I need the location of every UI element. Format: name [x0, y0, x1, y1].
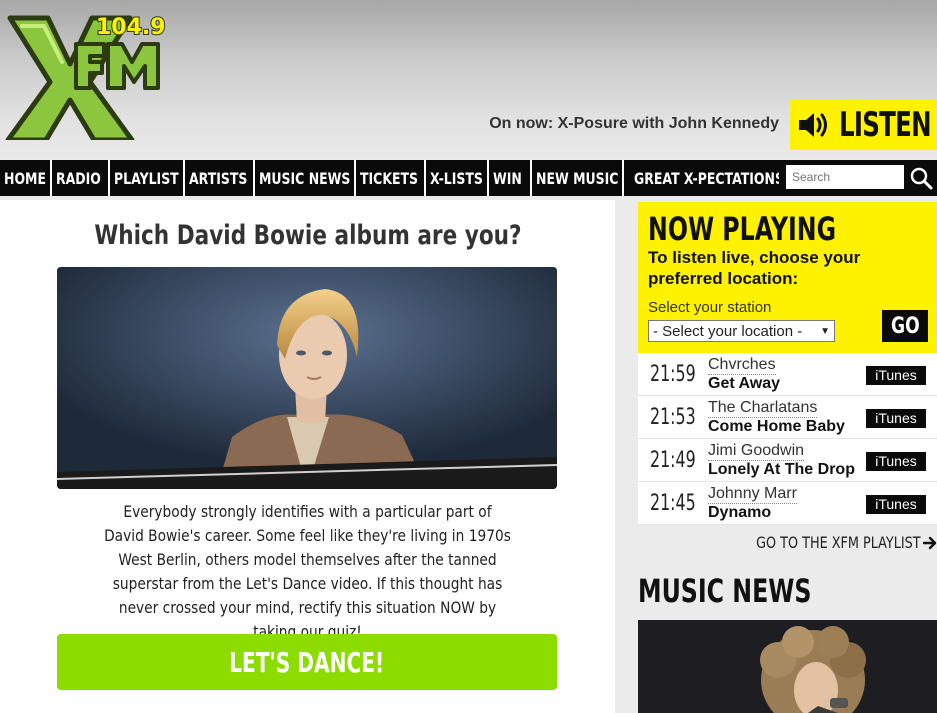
- now-playing-title: NOW PLAYING: [648, 210, 837, 248]
- itunes-button[interactable]: iTunes: [866, 366, 926, 385]
- nav-item-artists[interactable]: ARTISTS: [185, 160, 255, 196]
- now-playing-subtitle: To listen live, choose your preferred lo…: [648, 248, 861, 288]
- article-title[interactable]: Which David Bowie album are you?: [0, 220, 615, 251]
- music-news-image[interactable]: [638, 620, 937, 713]
- nav-item-playlist[interactable]: PLAYLIST: [110, 160, 185, 196]
- track-row: 21:45 Johnny Marr Dynamo iTunes: [638, 482, 937, 525]
- nav-item-radio[interactable]: RADIO: [52, 160, 110, 196]
- logo-frequency: 104.9: [96, 15, 166, 40]
- nav-item-new-music[interactable]: NEW MUSIC: [532, 160, 624, 196]
- speaker-icon: [798, 113, 827, 137]
- track-time: 21:45: [650, 491, 696, 516]
- lets-dance-button[interactable]: LET'S DANCE!: [57, 634, 557, 690]
- arrow-right-icon: [923, 536, 937, 549]
- track-song: Lonely At The Drop: [708, 461, 855, 478]
- track-time: 21:59: [650, 362, 696, 387]
- nav-item-win[interactable]: WIN: [489, 160, 532, 196]
- playlist-link-label: GO TO THE XFM PLAYLIST: [756, 533, 921, 552]
- search-icon[interactable]: [908, 165, 934, 191]
- music-news-title: MUSIC NEWS: [638, 572, 812, 610]
- main-content: Which David Bowie album are you? Everybo…: [0, 200, 615, 713]
- itunes-button[interactable]: iTunes: [866, 495, 926, 514]
- article-hero-image[interactable]: [57, 267, 557, 489]
- itunes-button[interactable]: iTunes: [866, 452, 926, 471]
- station-select[interactable]: - Select your location - ▼: [648, 320, 835, 342]
- track-time: 21:53: [650, 405, 696, 430]
- track-song: Dynamo: [708, 504, 772, 521]
- recent-tracks-list: 21:59 Chvrches Get Away iTunes 21:53 The…: [638, 353, 937, 525]
- nav-item-home[interactable]: HOME: [0, 160, 52, 196]
- track-artist-link[interactable]: Chvrches: [708, 356, 776, 375]
- playlist-link[interactable]: GO TO THE XFM PLAYLIST: [715, 533, 937, 552]
- track-song: Come Home Baby: [708, 418, 845, 435]
- listen-label: LISTEN: [838, 105, 932, 145]
- track-row: 21:59 Chvrches Get Away iTunes: [638, 353, 937, 396]
- go-button[interactable]: GO: [882, 310, 928, 342]
- station-select-value: - Select your location -: [653, 322, 803, 340]
- nav-item-music-news[interactable]: MUSIC NEWS: [255, 160, 356, 196]
- track-artist-link[interactable]: Johnny Marr: [708, 485, 797, 504]
- listen-button[interactable]: LISTEN: [790, 100, 937, 150]
- station-select-label: Select your station: [648, 299, 772, 316]
- now-playing-box: NOW PLAYING To listen live, choose your …: [638, 202, 937, 353]
- itunes-button[interactable]: iTunes: [866, 409, 926, 428]
- article-body: Everybody strongly identifies with a par…: [104, 502, 511, 641]
- site-header: 104.9 On now: X-Posure with John Kennedy…: [0, 0, 937, 160]
- track-row: 21:49 Jimi Goodwin Lonely At The Drop iT…: [638, 439, 937, 482]
- search-input[interactable]: [786, 165, 904, 189]
- nav-item-x-lists[interactable]: X-LISTS: [426, 160, 489, 196]
- nav-item-great-x-pectations[interactable]: GREAT X-PECTATIONS: [624, 160, 779, 196]
- track-artist-link[interactable]: Jimi Goodwin: [708, 442, 805, 461]
- dropdown-arrow-icon: ▼: [820, 325, 830, 337]
- on-now-text: On now: X-Posure with John Kennedy: [489, 115, 779, 132]
- track-row: 21:53 The Charlatans Come Home Baby iTun…: [638, 396, 937, 439]
- track-time: 21:49: [650, 448, 696, 473]
- track-song: Get Away: [708, 375, 781, 392]
- nav-item-tickets[interactable]: TICKETS: [356, 160, 426, 196]
- track-artist-link[interactable]: The Charlatans: [708, 399, 818, 418]
- xfm-logo[interactable]: 104.9: [0, 4, 170, 140]
